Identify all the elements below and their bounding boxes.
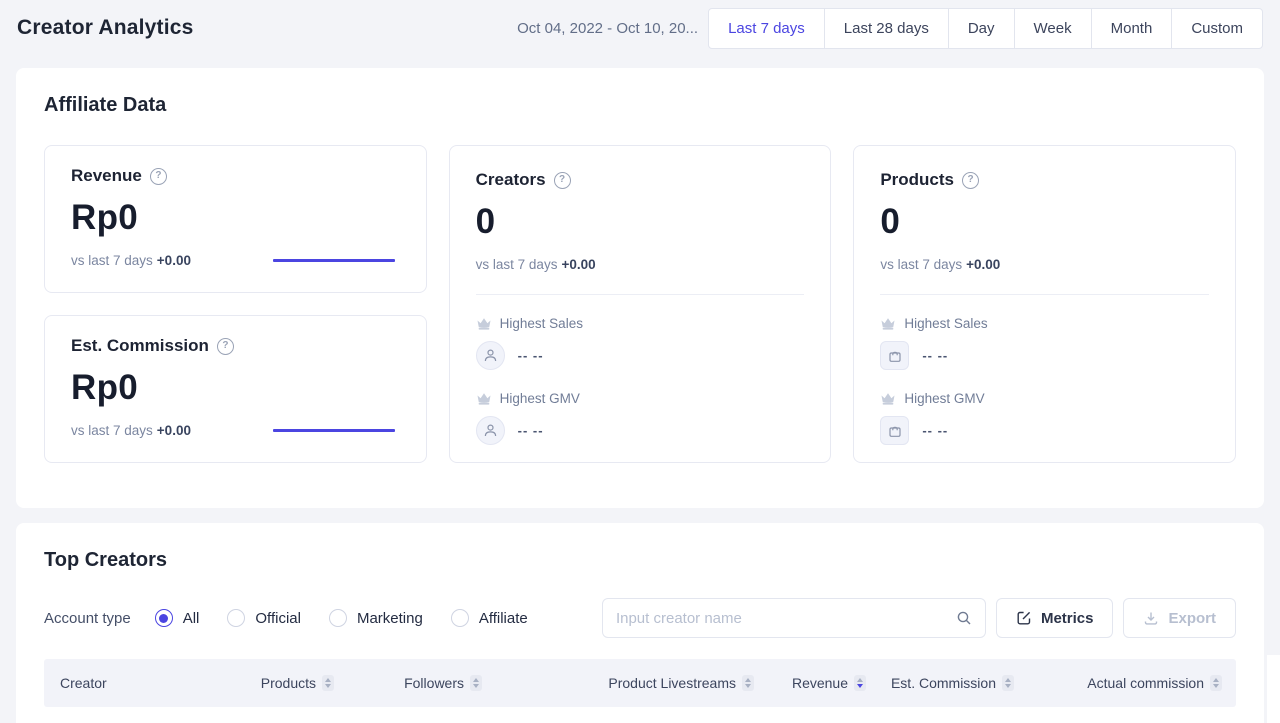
products-card-title: Products: [880, 170, 954, 190]
card-divider: [476, 294, 805, 295]
topbar: Creator Analytics Oct 04, 2022 - Oct 10,…: [0, 0, 1280, 56]
metrics-button[interactable]: Metrics: [996, 598, 1114, 638]
products-compare: vs last 7 days +0.00: [880, 257, 1000, 272]
column-est-commission[interactable]: Est. Commission: [866, 675, 1014, 692]
products-value: 0: [880, 202, 1209, 242]
help-icon[interactable]: ?: [150, 168, 167, 185]
column-creator: Creator: [44, 675, 234, 691]
radio-circle-icon: [227, 609, 245, 627]
radio-affiliate[interactable]: Affiliate: [451, 609, 528, 627]
crown-icon: [880, 392, 896, 405]
revenue-card-title: Revenue: [71, 166, 142, 186]
highest-gmv-row: -- --: [880, 416, 1209, 445]
affiliate-data-panel: Affiliate Data Revenue ? Rp0 vs last 7 d…: [16, 68, 1264, 508]
highest-sales-label: Highest Sales: [500, 316, 583, 331]
crown-icon: [880, 317, 896, 330]
tab-month[interactable]: Month: [1091, 8, 1173, 49]
sort-icon[interactable]: [1210, 675, 1222, 692]
compare-label: vs last 7 days: [71, 423, 153, 438]
compare-label: vs last 7 days: [71, 253, 153, 268]
page-title: Creator Analytics: [17, 16, 194, 40]
sort-icon-desc-active[interactable]: [854, 675, 866, 692]
radio-circle-icon: [329, 609, 347, 627]
date-range-display: Oct 04, 2022 - Oct 10, 20...: [517, 20, 698, 37]
compare-delta: +0.00: [561, 257, 595, 272]
est-commission-card: Est. Commission ? Rp0 vs last 7 days +0.0…: [44, 315, 427, 463]
est-commission-card-title: Est. Commission: [71, 336, 209, 356]
download-icon: [1143, 610, 1159, 626]
search-input[interactable]: [616, 610, 956, 627]
radio-official[interactable]: Official: [227, 609, 301, 627]
radio-circle-icon: [155, 609, 173, 627]
creator-avatar-icon: [476, 416, 505, 445]
highest-gmv-label: Highest GMV: [500, 391, 580, 406]
crown-icon: [476, 317, 492, 330]
top-creators-title: Top Creators: [44, 549, 1236, 572]
help-icon[interactable]: ?: [962, 172, 979, 189]
creators-card-title: Creators: [476, 170, 546, 190]
tab-custom[interactable]: Custom: [1171, 8, 1263, 49]
metric-cards-grid: Revenue ? Rp0 vs last 7 days+0.00 Est. C…: [44, 145, 1236, 463]
highest-sales-value: -- --: [922, 348, 948, 363]
tab-day[interactable]: Day: [948, 8, 1015, 49]
tab-last-7-days[interactable]: Last 7 days: [708, 8, 825, 49]
compare-label: vs last 7 days: [476, 257, 558, 272]
compare-delta: +0.00: [157, 423, 191, 438]
est-commission-sparkline: [273, 429, 395, 432]
column-revenue[interactable]: Revenue: [754, 675, 866, 692]
revenue-sparkline: [273, 259, 395, 262]
product-bag-icon: [880, 341, 909, 370]
compare-delta: +0.00: [966, 257, 1000, 272]
column-followers[interactable]: Followers: [334, 675, 482, 692]
vertical-scrollbar[interactable]: [1267, 655, 1280, 723]
creator-avatar-icon: [476, 341, 505, 370]
highest-sales-label: Highest Sales: [904, 316, 987, 331]
radio-all[interactable]: All: [155, 609, 200, 627]
sort-icon[interactable]: [742, 675, 754, 692]
products-card: Products ? 0 vs last 7 days +0.00 Highest…: [853, 145, 1236, 463]
column-product-livestreams[interactable]: Product Livestreams: [482, 675, 754, 692]
est-commission-compare: vs last 7 days +0.00: [71, 423, 191, 438]
edit-square-icon: [1016, 610, 1032, 626]
top-creators-panel: Top Creators Account type All Official M…: [16, 523, 1264, 723]
est-commission-value: Rp0: [71, 368, 400, 408]
sort-icon[interactable]: [470, 675, 482, 692]
highest-gmv-label: Highest GMV: [904, 391, 984, 406]
affiliate-data-title: Affiliate Data: [44, 94, 1236, 117]
tab-week[interactable]: Week: [1014, 8, 1092, 49]
export-button[interactable]: Export: [1123, 598, 1236, 638]
highest-gmv-row: -- --: [476, 416, 805, 445]
tab-last-28-days[interactable]: Last 28 days: [824, 8, 949, 49]
column-products[interactable]: Products: [234, 675, 334, 692]
help-icon[interactable]: ?: [217, 338, 234, 355]
filter-row: Account type All Official Marketing Affi…: [44, 598, 1236, 638]
creators-compare: vs last 7 days+0.00: [476, 257, 596, 272]
revenue-compare: vs last 7 days +0.00: [71, 253, 191, 268]
revenue-card: Revenue ? Rp0 vs last 7 days +0.00: [44, 145, 427, 293]
radio-marketing[interactable]: Marketing: [329, 609, 423, 627]
product-bag-icon: [880, 416, 909, 445]
search-icon[interactable]: [956, 610, 972, 626]
column-actual-commission[interactable]: Actual commission: [1014, 675, 1236, 692]
sort-icon[interactable]: [322, 675, 334, 692]
sort-icon[interactable]: [1002, 675, 1014, 692]
date-range-tabs: Last 7 days Last 28 days Day Week Month …: [708, 8, 1263, 49]
help-icon[interactable]: ?: [554, 172, 571, 189]
creator-search-box: [602, 598, 986, 638]
creators-value: 0: [476, 202, 805, 242]
highest-sales-row: -- --: [880, 341, 1209, 370]
account-type-label: Account type: [44, 610, 131, 627]
compare-label: vs last 7 days: [880, 257, 962, 272]
creators-card: Creators ? 0 vs last 7 days+0.00 Highest…: [449, 145, 832, 463]
card-divider: [880, 294, 1209, 295]
table-header: Creator Products Followers Product Lives…: [44, 659, 1236, 707]
highest-gmv-value: -- --: [518, 423, 544, 438]
revenue-value: Rp0: [71, 198, 400, 238]
highest-gmv-value: -- --: [922, 423, 948, 438]
compare-delta: +0.00: [157, 253, 191, 268]
highest-sales-value: -- --: [518, 348, 544, 363]
crown-icon: [476, 392, 492, 405]
highest-sales-row: -- --: [476, 341, 805, 370]
radio-circle-icon: [451, 609, 469, 627]
